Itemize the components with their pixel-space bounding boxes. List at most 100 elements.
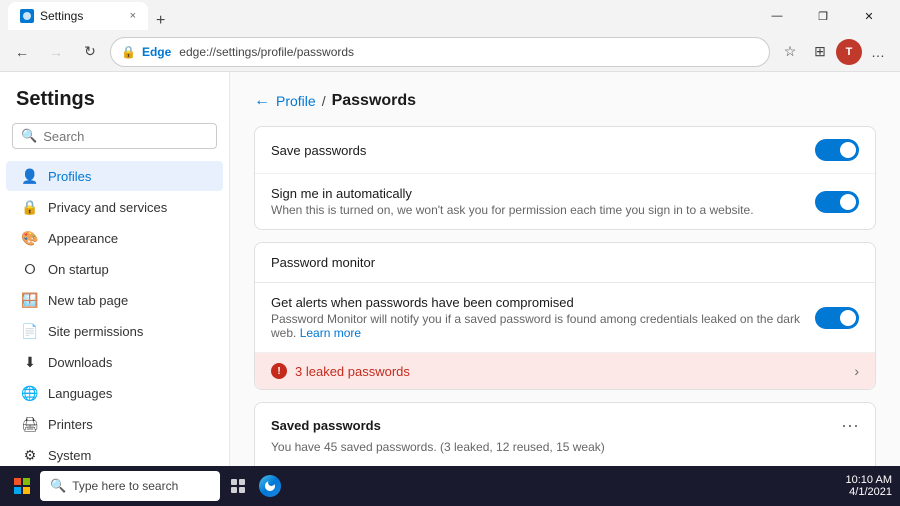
sidebar-item-label: Downloads <box>48 355 112 370</box>
favorites-button[interactable]: ☆ <box>776 38 804 66</box>
close-button[interactable]: ✕ <box>846 0 892 32</box>
edge-icon <box>259 475 281 497</box>
save-passwords-label: Save passwords <box>271 143 366 158</box>
taskbar-search-icon: 🔍 <box>50 478 66 494</box>
saved-passwords-count: You have 45 saved passwords. (3 leaked, … <box>255 440 875 464</box>
sidebar-item-downloads[interactable]: ⬇ Downloads <box>6 347 223 377</box>
nav-bar: ← → ↻ 🔒 Edge edge://settings/profile/pas… <box>0 32 900 72</box>
basic-settings-section: Save passwords Sign me in automatically … <box>254 126 876 230</box>
sidebar-item-label: Languages <box>48 386 112 401</box>
main-layout: Settings 🔍 👤 Profiles 🔒 Privacy and serv… <box>0 72 900 466</box>
breadcrumb-back-button[interactable]: ← <box>254 92 270 110</box>
sidebar-title: Settings <box>0 88 229 123</box>
breadcrumb-profile-link[interactable]: Profile <box>276 93 316 109</box>
languages-icon: 🌐 <box>22 385 38 401</box>
sign-in-toggle[interactable] <box>815 191 859 213</box>
window-controls: — ❐ ✕ <box>754 0 892 32</box>
sidebar-item-label: New tab page <box>48 293 128 308</box>
collections-button[interactable]: ⊞ <box>806 38 834 66</box>
monitor-header-row: Password monitor <box>255 243 875 283</box>
password-monitor-section: Password monitor Get alerts when passwor… <box>254 242 876 390</box>
settings-tab[interactable]: Settings × <box>8 2 148 30</box>
start-button[interactable] <box>8 472 36 500</box>
sidebar-item-new-tab[interactable]: 🪟 New tab page <box>6 285 223 315</box>
address-bar[interactable]: 🔒 Edge edge://settings/profile/passwords <box>110 37 770 67</box>
back-button[interactable]: ← <box>8 38 36 66</box>
alert-warning-icon: ! <box>271 363 287 379</box>
sidebar-item-site-permissions[interactable]: 📄 Site permissions <box>6 316 223 346</box>
forward-button[interactable]: → <box>42 38 70 66</box>
sidebar: Settings 🔍 👤 Profiles 🔒 Privacy and serv… <box>0 72 230 466</box>
sidebar-item-privacy[interactable]: 🔒 Privacy and services <box>6 192 223 222</box>
sidebar-item-startup[interactable]: ⭘ On startup <box>6 254 223 284</box>
sidebar-item-label: Appearance <box>48 231 118 246</box>
taskbar-date: 4/1/2021 <box>849 486 892 498</box>
sidebar-item-profiles[interactable]: 👤 Profiles <box>6 161 223 191</box>
breadcrumb-current-page: Passwords <box>332 92 416 110</box>
new-tab-button[interactable]: + <box>150 12 171 30</box>
taskbar: 🔍 Type here to search 10:10 AM 4/1/2021 <box>0 466 900 506</box>
startup-icon: ⭘ <box>22 261 38 277</box>
sidebar-item-system[interactable]: ⚙ System <box>6 440 223 466</box>
alert-chevron-icon: › <box>854 363 859 379</box>
sidebar-item-appearance[interactable]: 🎨 Appearance <box>6 223 223 253</box>
saved-passwords-title: Saved passwords <box>271 418 381 433</box>
leaked-passwords-alert[interactable]: ! 3 leaked passwords › <box>255 353 875 389</box>
monitor-alert-sublabel: Password Monitor will notify you if a sa… <box>271 312 815 340</box>
sidebar-item-languages[interactable]: 🌐 Languages <box>6 378 223 408</box>
sidebar-item-label: System <box>48 448 91 463</box>
leaked-count-label: 3 leaked passwords <box>295 364 410 379</box>
sidebar-search[interactable]: 🔍 <box>12 123 217 149</box>
edge-taskbar-button[interactable] <box>256 472 284 500</box>
profile-button[interactable]: T <box>836 39 862 65</box>
appearance-icon: 🎨 <box>22 230 38 246</box>
sign-in-row: Sign me in automatically When this is tu… <box>255 174 875 229</box>
learn-more-link[interactable]: Learn more <box>300 326 361 340</box>
password-monitor-heading: Password monitor <box>271 255 375 270</box>
sidebar-item-label: Profiles <box>48 169 91 184</box>
restore-button[interactable]: ❐ <box>800 0 846 32</box>
system-icon: ⚙ <box>22 447 38 463</box>
alert-left: ! 3 leaked passwords <box>271 363 410 379</box>
task-view-button[interactable] <box>224 472 252 500</box>
new-tab-icon: 🪟 <box>22 292 38 308</box>
saved-passwords-section: Saved passwords ··· You have 45 saved pa… <box>254 402 876 466</box>
printers-icon: 🖨 <box>22 416 38 432</box>
minimize-button[interactable]: — <box>754 0 800 32</box>
taskbar-search-box[interactable]: 🔍 Type here to search <box>40 471 220 501</box>
downloads-icon: ⬇ <box>22 354 38 370</box>
privacy-icon: 🔒 <box>22 199 38 215</box>
monitor-alert-row: Get alerts when passwords have been comp… <box>255 283 875 353</box>
address-text: edge://settings/profile/passwords <box>179 45 354 59</box>
breadcrumb-separator: / <box>322 93 326 109</box>
breadcrumb: ← Profile / Passwords <box>254 92 876 110</box>
sidebar-item-label: Site permissions <box>48 324 143 339</box>
taskbar-search-placeholder: Type here to search <box>72 479 178 493</box>
tab-bar: Settings × + <box>8 2 746 30</box>
profiles-icon: 👤 <box>22 168 38 184</box>
title-bar: Settings × + — ❐ ✕ <box>0 0 900 32</box>
monitor-toggle[interactable] <box>815 307 859 329</box>
search-input[interactable] <box>43 129 219 144</box>
sidebar-item-printers[interactable]: 🖨 Printers <box>6 409 223 439</box>
save-passwords-toggle[interactable] <box>815 139 859 161</box>
save-passwords-row: Save passwords <box>255 127 875 174</box>
taskbar-right: 10:10 AM 4/1/2021 <box>846 474 892 498</box>
site-permissions-icon: 📄 <box>22 323 38 339</box>
settings-more-button[interactable]: … <box>864 38 892 66</box>
lock-icon: 🔒 <box>121 45 136 59</box>
tab-close-button[interactable]: × <box>130 10 136 22</box>
sign-in-label: Sign me in automatically <box>271 186 754 201</box>
monitor-alert-label: Get alerts when passwords have been comp… <box>271 295 815 310</box>
sidebar-item-label: On startup <box>48 262 109 277</box>
taskbar-clock: 10:10 AM 4/1/2021 <box>846 474 892 498</box>
taskbar-time: 10:10 AM <box>846 474 892 486</box>
settings-tab-icon <box>20 9 34 23</box>
refresh-button[interactable]: ↻ <box>76 38 104 66</box>
tab-title: Settings <box>40 9 83 23</box>
search-icon: 🔍 <box>21 128 37 144</box>
edge-label: Edge <box>142 45 171 59</box>
sidebar-item-label: Printers <box>48 417 93 432</box>
saved-passwords-more-button[interactable]: ··· <box>841 415 859 436</box>
nav-right: ☆ ⊞ T … <box>776 38 892 66</box>
